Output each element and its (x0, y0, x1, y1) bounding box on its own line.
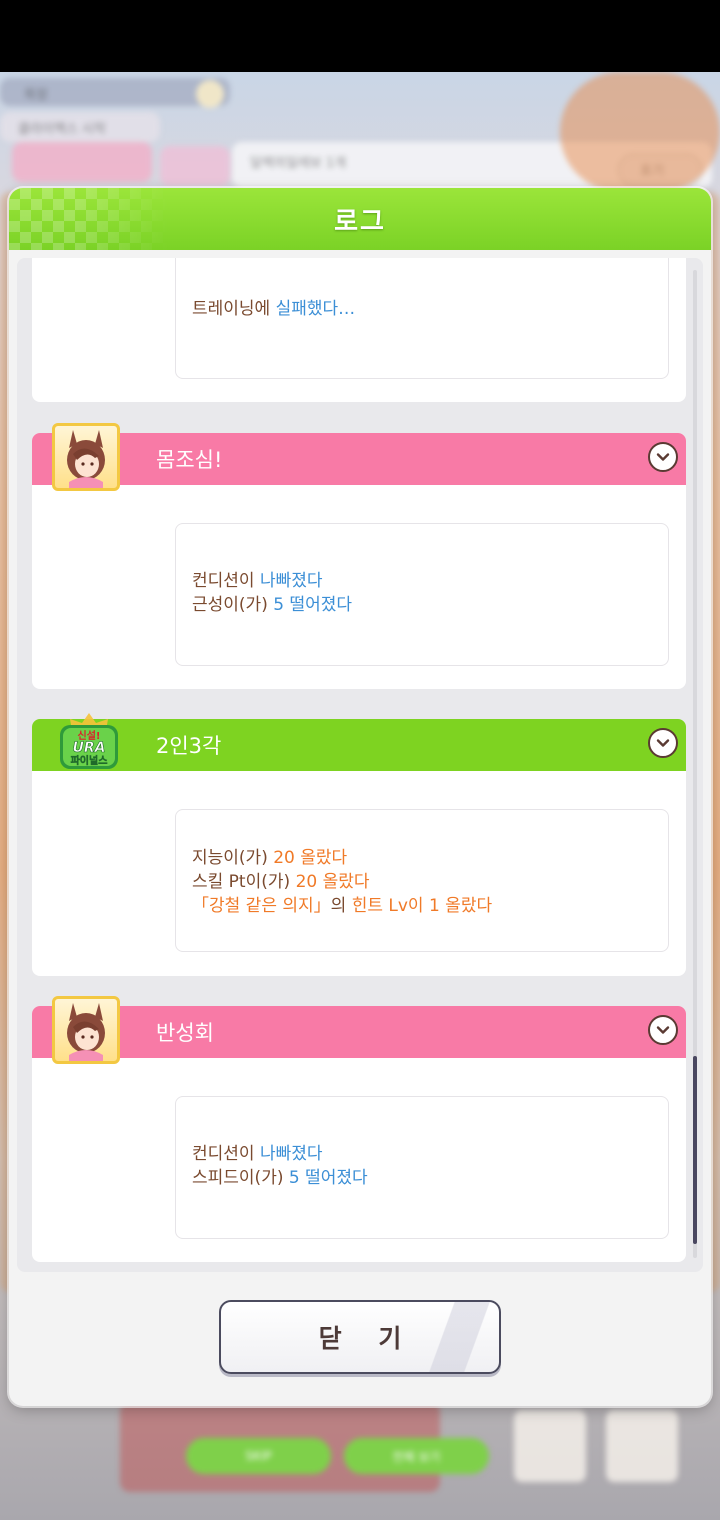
log-segment: 힌트 Lv이 1 올랐다 (351, 896, 493, 916)
log-entry: 몸조심! 컨디션이 나빠졌다 근성이(가) 5 떨어졌다 (32, 423, 686, 689)
log-line: 「강철 같은 의지」의 힌트 Lv이 1 올랐다 (192, 894, 492, 918)
chevron-down-icon (656, 739, 670, 747)
entry-banner: 2인3각 (32, 719, 686, 771)
character-portrait-icon (52, 996, 120, 1064)
log-segment: 컨디션이 (192, 1144, 260, 1164)
log-segment: 스피드이(가) (192, 1168, 289, 1188)
chevron-down-icon (656, 1026, 670, 1034)
log-entry: 2인3각 신설! URA 파이널스 지능이(가) 20 올랐다 스킬 Pt이(가… (32, 713, 686, 976)
close-button[interactable]: 닫 기 (219, 1300, 501, 1374)
close-button-label: 닫 기 (318, 1324, 416, 1353)
log-message-box: 트레이닝에 실패했다… (175, 258, 669, 379)
log-line: 지능이(가) 20 올랐다 (192, 846, 492, 870)
entry-banner: 몸조심! (32, 433, 686, 485)
log-dialog: 로그 트레이닝에 실패했다… 몸조심! 컨디션이 나빠졌다 근성이(가) 5 떨… (9, 188, 711, 1406)
expand-button[interactable] (648, 1015, 678, 1045)
log-line: 근성이(가) 5 떨어졌다 (192, 593, 352, 617)
log-message-text: 트레이닝에 실패했다… (192, 297, 355, 321)
dialog-header: 로그 (9, 188, 711, 250)
log-line: 컨디션이 나빠졌다 (192, 569, 352, 593)
log-segment: 실패했다… (275, 299, 356, 319)
log-segment: 20 올랐다 (273, 848, 348, 868)
log-line: 스킬 Pt이(가) 20 올랐다 (192, 870, 492, 894)
log-message-text: 지능이(가) 20 올랐다 스킬 Pt이(가) 20 올랐다 「강철 같은 의지」의… (192, 846, 492, 918)
badge-text-finals: 파이널스 (71, 754, 108, 767)
log-segment: 스킬 Pt이(가) (192, 872, 296, 892)
log-line: 컨디션이 나빠졌다 (192, 1142, 368, 1166)
entry-title: 2인3각 (156, 734, 222, 758)
badge-text-ura: URA (73, 740, 106, 756)
status-bar (0, 0, 720, 72)
log-message-box: 지능이(가) 20 올랐다 스킬 Pt이(가) 20 올랐다 「강철 같은 의지」의… (175, 809, 669, 952)
log-message-box: 컨디션이 나빠졌다 근성이(가) 5 떨어졌다 (175, 523, 669, 666)
header-pattern (9, 188, 169, 250)
bg-view-all-button: 전체 보기 (344, 1438, 489, 1474)
log-segment: 20 올랐다 (295, 872, 370, 892)
log-message-box: 컨디션이 나빠졌다 스피드이(가) 5 떨어졌다 (175, 1096, 669, 1239)
log-segment: 지능이(가) (192, 848, 274, 868)
log-segment: 트레이닝에 (192, 299, 276, 319)
character-portrait-icon (52, 423, 120, 491)
entry-banner: 반성회 (32, 1006, 686, 1058)
bg-text-ranch: 목장 (24, 88, 48, 103)
ura-finals-badge-icon: 신설! URA 파이널스 (52, 711, 126, 779)
log-segment: 컨디션이 (192, 571, 260, 591)
log-segment: 나빠졌다 (259, 571, 323, 591)
bg-skip-button: SKIP (186, 1438, 331, 1474)
entry-title: 반성회 (156, 1021, 214, 1045)
expand-button[interactable] (648, 728, 678, 758)
log-message-text: 컨디션이 나빠졌다 스피드이(가) 5 떨어졌다 (192, 1142, 368, 1190)
log-segment: 나빠졌다 (259, 1144, 323, 1164)
log-segment: 「강철 같은 의지」 (192, 896, 331, 916)
bg-text-climax: 클라이맥스 시작 (18, 122, 106, 137)
log-line: 트레이닝에 실패했다… (192, 297, 355, 321)
scrollbar-thumb[interactable] (693, 1056, 697, 1244)
entry-title: 몸조심! (156, 448, 223, 472)
dialog-title: 로그 (334, 206, 386, 237)
log-segment: 5 떨어졌다 (288, 1168, 368, 1188)
log-segment: 5 떨어졌다 (273, 595, 353, 615)
log-entry: 트레이닝에 실패했다… (32, 258, 686, 402)
bg-text-event: 달렉의일레보 1개 (250, 156, 347, 171)
log-message-text: 컨디션이 나빠졌다 근성이(가) 5 떨어졌다 (192, 569, 352, 617)
log-scroll-area[interactable]: 트레이닝에 실패했다… 몸조심! 컨디션이 나빠졌다 근성이(가) 5 떨어졌다… (17, 258, 703, 1272)
log-line: 스피드이(가) 5 떨어졌다 (192, 1166, 368, 1190)
log-segment: 근성이(가) (192, 595, 274, 615)
chevron-down-icon (656, 453, 670, 461)
log-entry: 반성회 컨디션이 나빠졌다 스피드이(가) 5 떨어졌다 (32, 996, 686, 1262)
log-segment: 의 (330, 896, 352, 916)
expand-button[interactable] (648, 442, 678, 472)
